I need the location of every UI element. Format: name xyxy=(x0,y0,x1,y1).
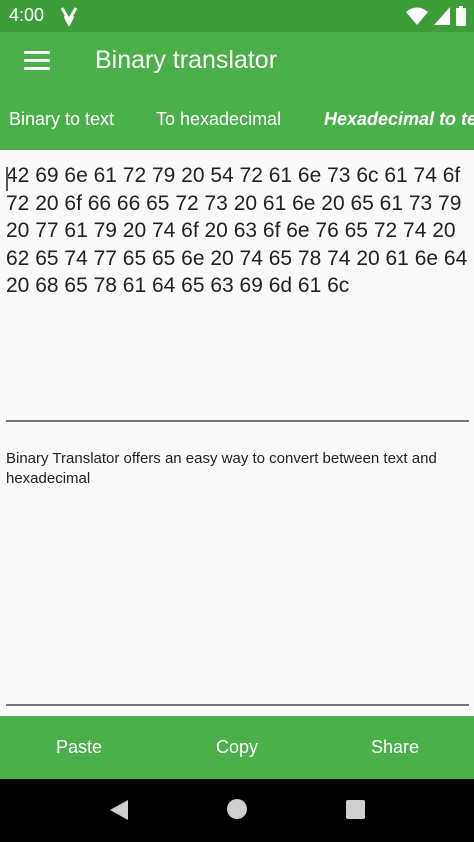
paste-button[interactable]: Paste xyxy=(0,716,158,779)
hex-input-field[interactable]: 42 69 6e 61 72 79 20 54 72 61 6e 73 6c 6… xyxy=(6,162,468,300)
output-underline xyxy=(6,704,469,706)
share-button[interactable]: Share xyxy=(316,716,474,779)
status-time: 4:00 xyxy=(9,5,45,25)
status-bar: 4:00 xyxy=(0,0,474,32)
notification-icon xyxy=(60,7,78,26)
text-cursor xyxy=(6,167,8,191)
tab-hexadecimal-to-text[interactable]: Hexadecimal to text xyxy=(324,88,474,150)
signal-icon xyxy=(434,7,450,25)
tab-bar: Binary to text To hexadecimal Hexadecima… xyxy=(0,88,474,150)
wifi-icon xyxy=(406,7,428,25)
app-title: Binary translator xyxy=(95,46,278,74)
app-bar: Binary translator xyxy=(0,32,474,88)
battery-icon xyxy=(456,6,466,26)
tab-binary-to-text[interactable]: Binary to text xyxy=(9,88,114,150)
back-icon[interactable] xyxy=(108,799,130,821)
system-nav-bar xyxy=(0,779,474,842)
recents-icon[interactable] xyxy=(346,800,365,819)
output-text: Binary Translator offers an easy way to … xyxy=(6,450,437,487)
status-icons xyxy=(406,6,466,26)
input-underline xyxy=(6,420,469,422)
menu-icon[interactable] xyxy=(24,48,50,72)
tab-to-hexadecimal[interactable]: To hexadecimal xyxy=(156,88,281,150)
home-icon[interactable] xyxy=(227,799,247,819)
copy-button[interactable]: Copy xyxy=(158,716,316,779)
action-bar: Paste Copy Share xyxy=(0,716,474,779)
